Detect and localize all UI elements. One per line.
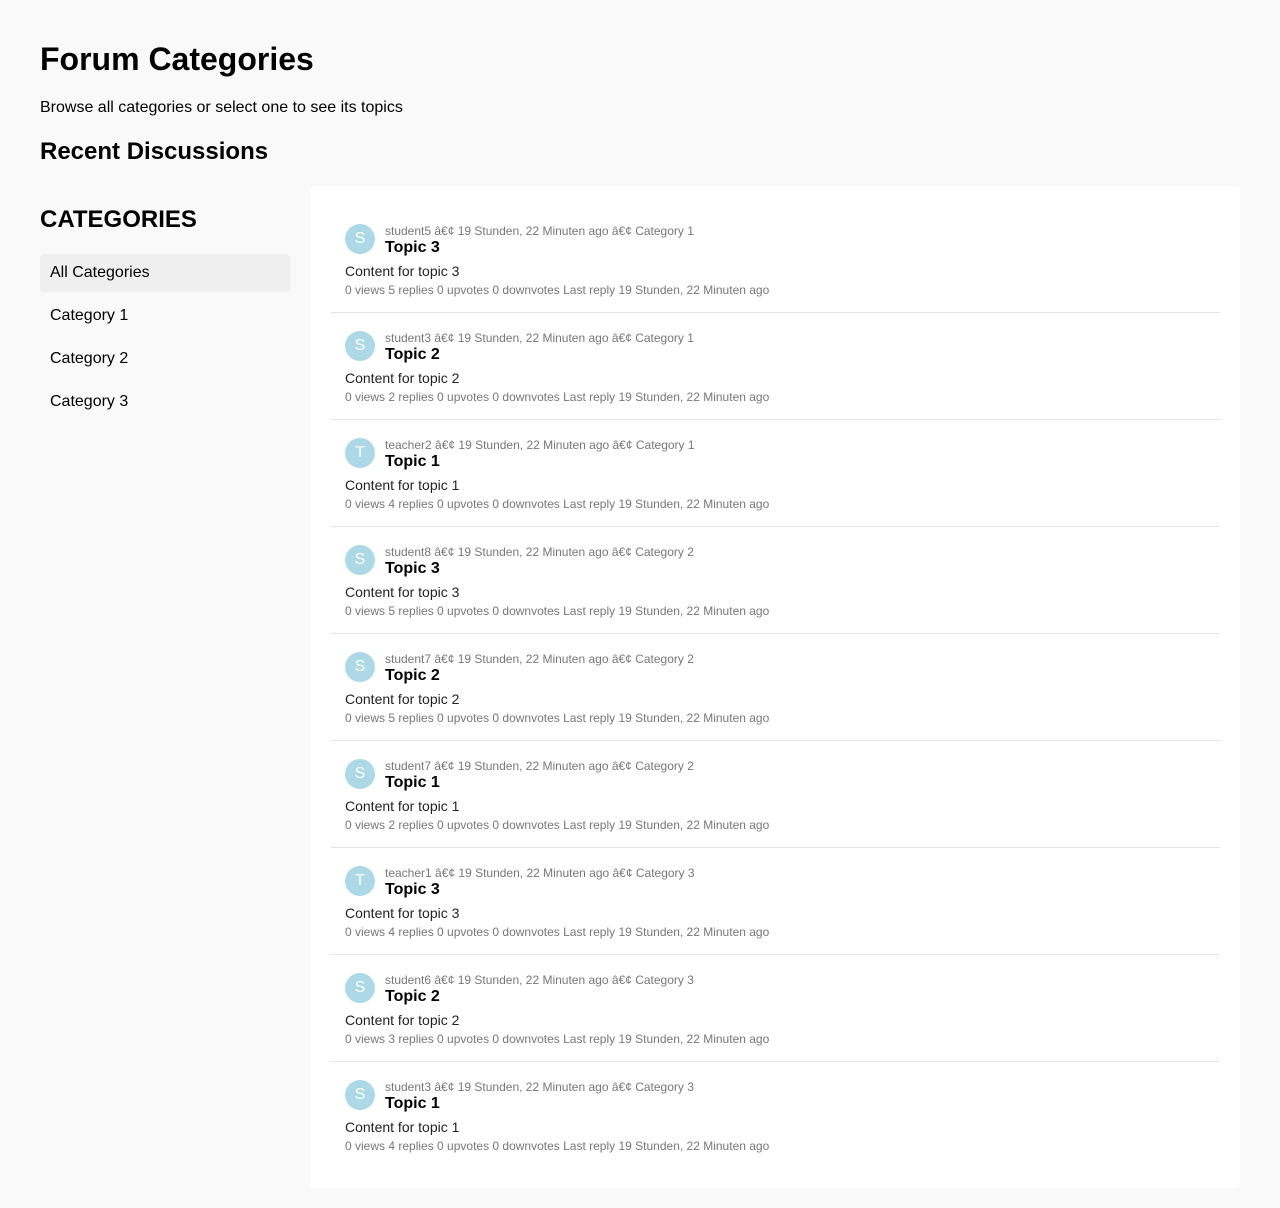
topic-meta: student6 â€¢ 19 Stunden, 22 Minuten ago … <box>385 973 694 987</box>
topic-item[interactable]: S student5 â€¢ 19 Stunden, 22 Minuten ag… <box>330 206 1220 313</box>
category-list: All Categories Category 1 Category 2 Cat… <box>40 254 290 426</box>
topic-content: Content for topic 3 <box>345 584 460 600</box>
topic-item[interactable]: S student8 â€¢ 19 Stunden, 22 Minuten ag… <box>330 527 1220 634</box>
sidebar-item-category-2[interactable]: Category 2 <box>40 340 290 378</box>
sidebar-heading: CATEGORIES <box>40 206 197 233</box>
avatar: S <box>345 331 375 361</box>
topic-item[interactable]: S student3 â€¢ 19 Stunden, 22 Minuten ag… <box>330 1062 1220 1168</box>
topic-title[interactable]: Topic 2 <box>385 666 440 686</box>
avatar: S <box>345 224 375 254</box>
section-title: Recent Discussions <box>40 138 269 165</box>
topic-content: Content for topic 2 <box>345 1012 460 1028</box>
topic-stats: 0 views 4 replies 0 upvotes 0 downvotes … <box>345 925 770 939</box>
topic-content: Content for topic 2 <box>345 370 460 386</box>
topic-content: Content for topic 3 <box>345 905 460 921</box>
topic-meta: student7 â€¢ 19 Stunden, 22 Minuten ago … <box>385 759 694 773</box>
topic-meta: student8 â€¢ 19 Stunden, 22 Minuten ago … <box>385 545 694 559</box>
topic-stats: 0 views 2 replies 0 upvotes 0 downvotes … <box>345 390 770 404</box>
topic-stats: 0 views 5 replies 0 upvotes 0 downvotes … <box>345 604 770 618</box>
topic-meta: student5 â€¢ 19 Stunden, 22 Minuten ago … <box>385 224 694 238</box>
topic-title[interactable]: Topic 2 <box>385 987 440 1007</box>
sidebar-item-all-categories[interactable]: All Categories <box>40 254 290 292</box>
topic-stats: 0 views 2 replies 0 upvotes 0 downvotes … <box>345 818 770 832</box>
topic-item[interactable]: T teacher1 â€¢ 19 Stunden, 22 Minuten ag… <box>330 848 1220 955</box>
avatar: S <box>345 652 375 682</box>
topic-item[interactable]: T teacher2 â€¢ 19 Stunden, 22 Minuten ag… <box>330 420 1220 527</box>
topic-item[interactable]: S student3 â€¢ 19 Stunden, 22 Minuten ag… <box>330 313 1220 420</box>
topic-title[interactable]: Topic 3 <box>385 559 440 579</box>
page-subtitle: Browse all categories or select one to s… <box>40 99 403 116</box>
topic-stats: 0 views 3 replies 0 upvotes 0 downvotes … <box>345 1032 770 1046</box>
avatar: T <box>345 866 375 896</box>
avatar: S <box>345 973 375 1003</box>
topic-title[interactable]: Topic 2 <box>385 345 440 365</box>
avatar: S <box>345 759 375 789</box>
topic-stats: 0 views 5 replies 0 upvotes 0 downvotes … <box>345 711 770 725</box>
sidebar-item-category-1[interactable]: Category 1 <box>40 297 290 335</box>
topic-meta: teacher2 â€¢ 19 Stunden, 22 Minuten ago … <box>385 438 695 452</box>
topic-item[interactable]: S student6 â€¢ 19 Stunden, 22 Minuten ag… <box>330 955 1220 1062</box>
topic-title[interactable]: Topic 1 <box>385 452 440 472</box>
avatar: T <box>345 438 375 468</box>
topic-stats: 0 views 4 replies 0 upvotes 0 downvotes … <box>345 497 770 511</box>
topic-title[interactable]: Topic 1 <box>385 773 440 793</box>
topic-stats: 0 views 4 replies 0 upvotes 0 downvotes … <box>345 1139 770 1153</box>
topic-content: Content for topic 3 <box>345 263 460 279</box>
topic-meta: student3 â€¢ 19 Stunden, 22 Minuten ago … <box>385 331 694 345</box>
sidebar-item-category-3[interactable]: Category 3 <box>40 383 290 421</box>
topic-title[interactable]: Topic 1 <box>385 1094 440 1114</box>
topic-title[interactable]: Topic 3 <box>385 238 440 258</box>
page-title: Forum Categories <box>40 41 314 77</box>
avatar: S <box>345 545 375 575</box>
topic-content: Content for topic 1 <box>345 798 460 814</box>
topic-stats: 0 views 5 replies 0 upvotes 0 downvotes … <box>345 283 770 297</box>
topic-list: S student5 â€¢ 19 Stunden, 22 Minuten ag… <box>330 206 1220 1168</box>
topic-content: Content for topic 2 <box>345 691 460 707</box>
topic-item[interactable]: S student7 â€¢ 19 Stunden, 22 Minuten ag… <box>330 741 1220 848</box>
forum-page: Forum Categories Browse all categories o… <box>0 0 1280 1208</box>
topic-meta: student3 â€¢ 19 Stunden, 22 Minuten ago … <box>385 1080 694 1094</box>
topic-content: Content for topic 1 <box>345 1119 460 1135</box>
topic-item[interactable]: S student7 â€¢ 19 Stunden, 22 Minuten ag… <box>330 634 1220 741</box>
avatar: S <box>345 1080 375 1110</box>
topic-meta: teacher1 â€¢ 19 Stunden, 22 Minuten ago … <box>385 866 695 880</box>
topic-meta: student7 â€¢ 19 Stunden, 22 Minuten ago … <box>385 652 694 666</box>
discussions-panel: S student5 â€¢ 19 Stunden, 22 Minuten ag… <box>310 186 1240 1188</box>
topic-title[interactable]: Topic 3 <box>385 880 440 900</box>
topic-content: Content for topic 1 <box>345 477 460 493</box>
